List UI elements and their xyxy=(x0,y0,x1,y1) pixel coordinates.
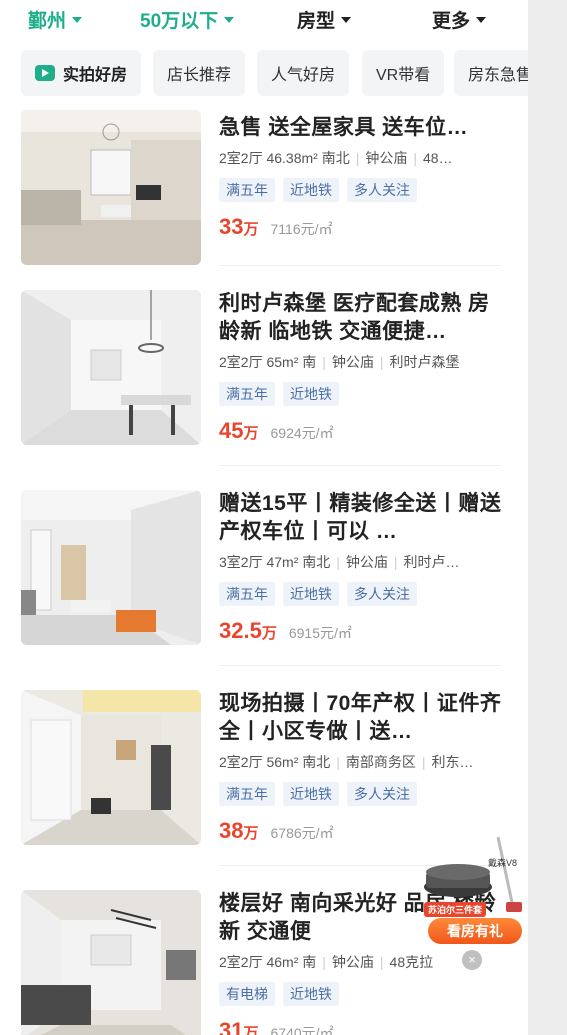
listing-photo xyxy=(21,110,201,265)
chevron-down-icon xyxy=(476,16,487,23)
listing-community: 利时卢森堡 xyxy=(389,354,460,370)
tag: 近地铁 xyxy=(283,982,339,1006)
listing-meta: 2室2厅 46.38m² 南北 | 钟公庙 | 48… xyxy=(219,150,453,166)
listing-tags: 满五年 近地铁 多人关注 xyxy=(219,782,509,806)
listing-area: 钟公庙 xyxy=(365,150,408,166)
chip-label: 人气好房 xyxy=(271,67,336,84)
tag: 近地铁 xyxy=(283,782,339,806)
listing-layout: 2室2厅 56m² 南北 xyxy=(219,754,331,770)
divider xyxy=(219,265,501,266)
unit-price: 7116元/㎡ xyxy=(270,221,333,237)
listing-card[interactable]: 急售 送全屋家具 送车位… 2室2厅 46.38m² 南北 | 钟公庙 | 48… 满五… xyxy=(0,90,528,290)
listing-tags: 有电梯 近地铁 xyxy=(219,982,509,1006)
listing-tags: 满五年 近地铁 xyxy=(219,382,509,406)
tag: 近地铁 xyxy=(283,178,339,202)
unit-price: 6786元/㎡ xyxy=(270,825,334,841)
tag: 有电梯 xyxy=(219,982,275,1006)
tag: 多人关注 xyxy=(347,782,417,806)
listing-tags: 满五年 近地铁 多人关注 xyxy=(219,178,509,202)
total-price: 45万 xyxy=(219,418,259,443)
promo-button[interactable]: 看房有礼 xyxy=(428,918,522,944)
tag: 近地铁 xyxy=(283,382,339,406)
chevron-down-icon xyxy=(341,16,352,23)
listing-community: 利时卢… xyxy=(403,554,460,570)
chip-label: VR带看 xyxy=(376,67,431,84)
filter-district[interactable]: 鄞州 xyxy=(28,6,83,33)
listing-title: 利时卢森堡 医疗配套成熟 房龄新 临地铁 交通便捷… xyxy=(219,292,490,343)
unit-price: 6740元/㎡ xyxy=(270,1025,334,1035)
total-price: 33万 xyxy=(219,214,259,239)
listing-meta: 3室2厅 47m² 南北 | 钟公庙 | 利时卢… xyxy=(219,554,460,570)
chevron-down-icon xyxy=(224,16,235,23)
listing-photo xyxy=(21,690,201,845)
tag: 多人关注 xyxy=(347,582,417,606)
price-row: 45万 6924元/㎡ xyxy=(219,418,509,444)
listing-layout: 3室2厅 47m² 南北 xyxy=(219,554,331,570)
tag: 满五年 xyxy=(219,382,275,406)
listing-photo xyxy=(21,890,201,1035)
listing-area: 钟公庙 xyxy=(331,954,374,970)
filter-room-type[interactable]: 房型 xyxy=(297,6,352,33)
chip-label: 店长推荐 xyxy=(167,67,232,84)
listing-photo xyxy=(21,290,201,445)
close-icon[interactable]: × xyxy=(462,950,482,970)
promo-vacuum-label: 戴森V8 xyxy=(488,858,518,868)
floating-promo[interactable]: 戴森V8 苏泊尔三件套 看房有礼 xyxy=(418,832,528,962)
filter-price[interactable]: 50万以下 xyxy=(140,6,235,33)
filter-district-label: 鄞州 xyxy=(28,11,67,32)
filter-bar: 鄞州 50万以下 房型 更多 xyxy=(0,0,528,40)
tag: 满五年 xyxy=(219,582,275,606)
listing-area: 钟公庙 xyxy=(331,354,374,370)
listing-layout: 2室2厅 46m² 南 xyxy=(219,954,317,970)
chip-label: 房东急售 xyxy=(468,67,528,84)
app-screen: 鄞州 50万以下 房型 更多 实拍好房 店长推荐 人气好房 VR带看 房东急售 … xyxy=(0,0,528,1035)
tag: 多人关注 xyxy=(347,178,417,202)
price-row: 32.5万 6915元/㎡ xyxy=(219,618,509,644)
divider xyxy=(219,465,501,466)
total-price: 32.5万 xyxy=(219,618,277,643)
listing-community: 利东… xyxy=(431,754,474,770)
listing-card[interactable]: 利时卢森堡 医疗配套成熟 房龄新 临地铁 交通便捷… 2室2厅 65m² 南 | 钟… xyxy=(0,270,528,470)
side-gutter xyxy=(528,0,567,1035)
listing-photo xyxy=(21,490,201,645)
chevron-down-icon xyxy=(72,16,83,23)
chip-label: 实拍好房 xyxy=(63,67,128,84)
listing-card[interactable]: 赠送15平丨精装修全送丨赠送产权车位丨可以 … 3室2厅 47m² 南北 | 钟公庙… xyxy=(0,470,528,670)
total-price: 38万 xyxy=(219,818,259,843)
total-price: 31万 xyxy=(219,1018,259,1035)
listing-layout: 2室2厅 65m² 南 xyxy=(219,354,317,370)
unit-price: 6924元/㎡ xyxy=(270,425,334,441)
tag: 近地铁 xyxy=(283,582,339,606)
listing-meta: 2室2厅 65m² 南 | 钟公庙 | 利时卢森堡 xyxy=(219,354,460,370)
listing-community: 48… xyxy=(423,150,453,166)
promo-cookware-label: 苏泊尔三件套 xyxy=(424,902,487,917)
filter-price-label: 50万以下 xyxy=(140,11,219,32)
listing-title: 现场拍摄丨70年产权丨证件齐全丨小区专做丨送… xyxy=(219,692,502,743)
video-play-icon xyxy=(35,65,55,81)
listing-title: 赠送15平丨精装修全送丨赠送产权车位丨可以 … xyxy=(219,492,502,543)
unit-price: 6915元/㎡ xyxy=(288,625,352,641)
price-row: 31万 6740元/㎡ xyxy=(219,1018,509,1035)
listing-area: 南部商务区 xyxy=(345,754,416,770)
listing-tags: 满五年 近地铁 多人关注 xyxy=(219,582,509,606)
listing-layout: 2室2厅 46.38m² 南北 xyxy=(219,150,350,166)
listing-area: 钟公庙 xyxy=(345,554,388,570)
tag: 满五年 xyxy=(219,178,275,202)
listing-title: 急售 送全屋家具 送车位… xyxy=(219,116,469,139)
tag: 满五年 xyxy=(219,782,275,806)
listing-meta: 2室2厅 56m² 南北 | 南部商务区 | 利东… xyxy=(219,754,474,770)
filter-more[interactable]: 更多 xyxy=(432,6,487,33)
filter-room-type-label: 房型 xyxy=(297,11,336,32)
price-row: 33万 7116元/㎡ xyxy=(219,214,509,240)
filter-more-label: 更多 xyxy=(432,11,471,32)
divider xyxy=(219,665,501,666)
